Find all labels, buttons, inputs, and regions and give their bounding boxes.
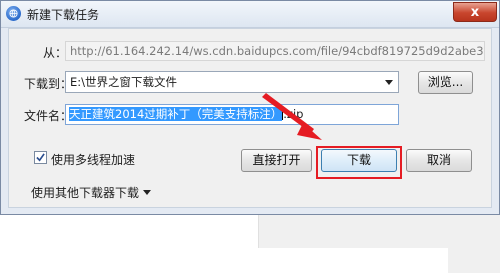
new-download-dialog: 新建下载任务 x 从： http://61.164.242.14/ws.cdn.…: [0, 0, 500, 215]
save-to-select[interactable]: E:\世界之窗下载文件: [65, 71, 399, 93]
download-highlight-box: [316, 146, 402, 179]
filename-input[interactable]: 天正建筑2014过期补丁（完美支持标注）.zip: [65, 104, 399, 125]
open-directly-button[interactable]: 直接打开: [241, 149, 312, 172]
menu-caret-icon: [143, 190, 152, 195]
multithread-checkbox[interactable]: [34, 151, 47, 164]
checkmark-icon: [36, 153, 45, 162]
title-bar[interactable]: 新建下载任务 x: [1, 1, 499, 28]
other-downloader-menu[interactable]: 使用其他下载器下载: [31, 184, 152, 201]
window-title: 新建下载任务: [27, 8, 100, 22]
app-globe-icon: [6, 6, 21, 21]
close-icon: x: [470, 4, 480, 20]
dropdown-arrow-icon: [385, 80, 393, 85]
filename-selected-text: 天正建筑2014过期补丁（完美支持标注）: [69, 107, 283, 121]
background-panel-inner: [258, 248, 448, 273]
multithread-label[interactable]: 使用多线程加速: [51, 151, 135, 168]
save-to-value: E:\世界之窗下载文件: [70, 75, 178, 89]
cancel-button[interactable]: 取消: [406, 149, 472, 172]
other-downloader-label: 使用其他下载器下载: [31, 186, 140, 200]
source-url-field[interactable]: http://61.164.242.14/ws.cdn.baidupcs.com…: [65, 41, 485, 61]
from-label: 从：: [43, 46, 68, 60]
browse-button[interactable]: 浏览...: [418, 71, 473, 94]
close-button[interactable]: x: [453, 2, 497, 22]
filename-extension: .zip: [283, 107, 304, 121]
